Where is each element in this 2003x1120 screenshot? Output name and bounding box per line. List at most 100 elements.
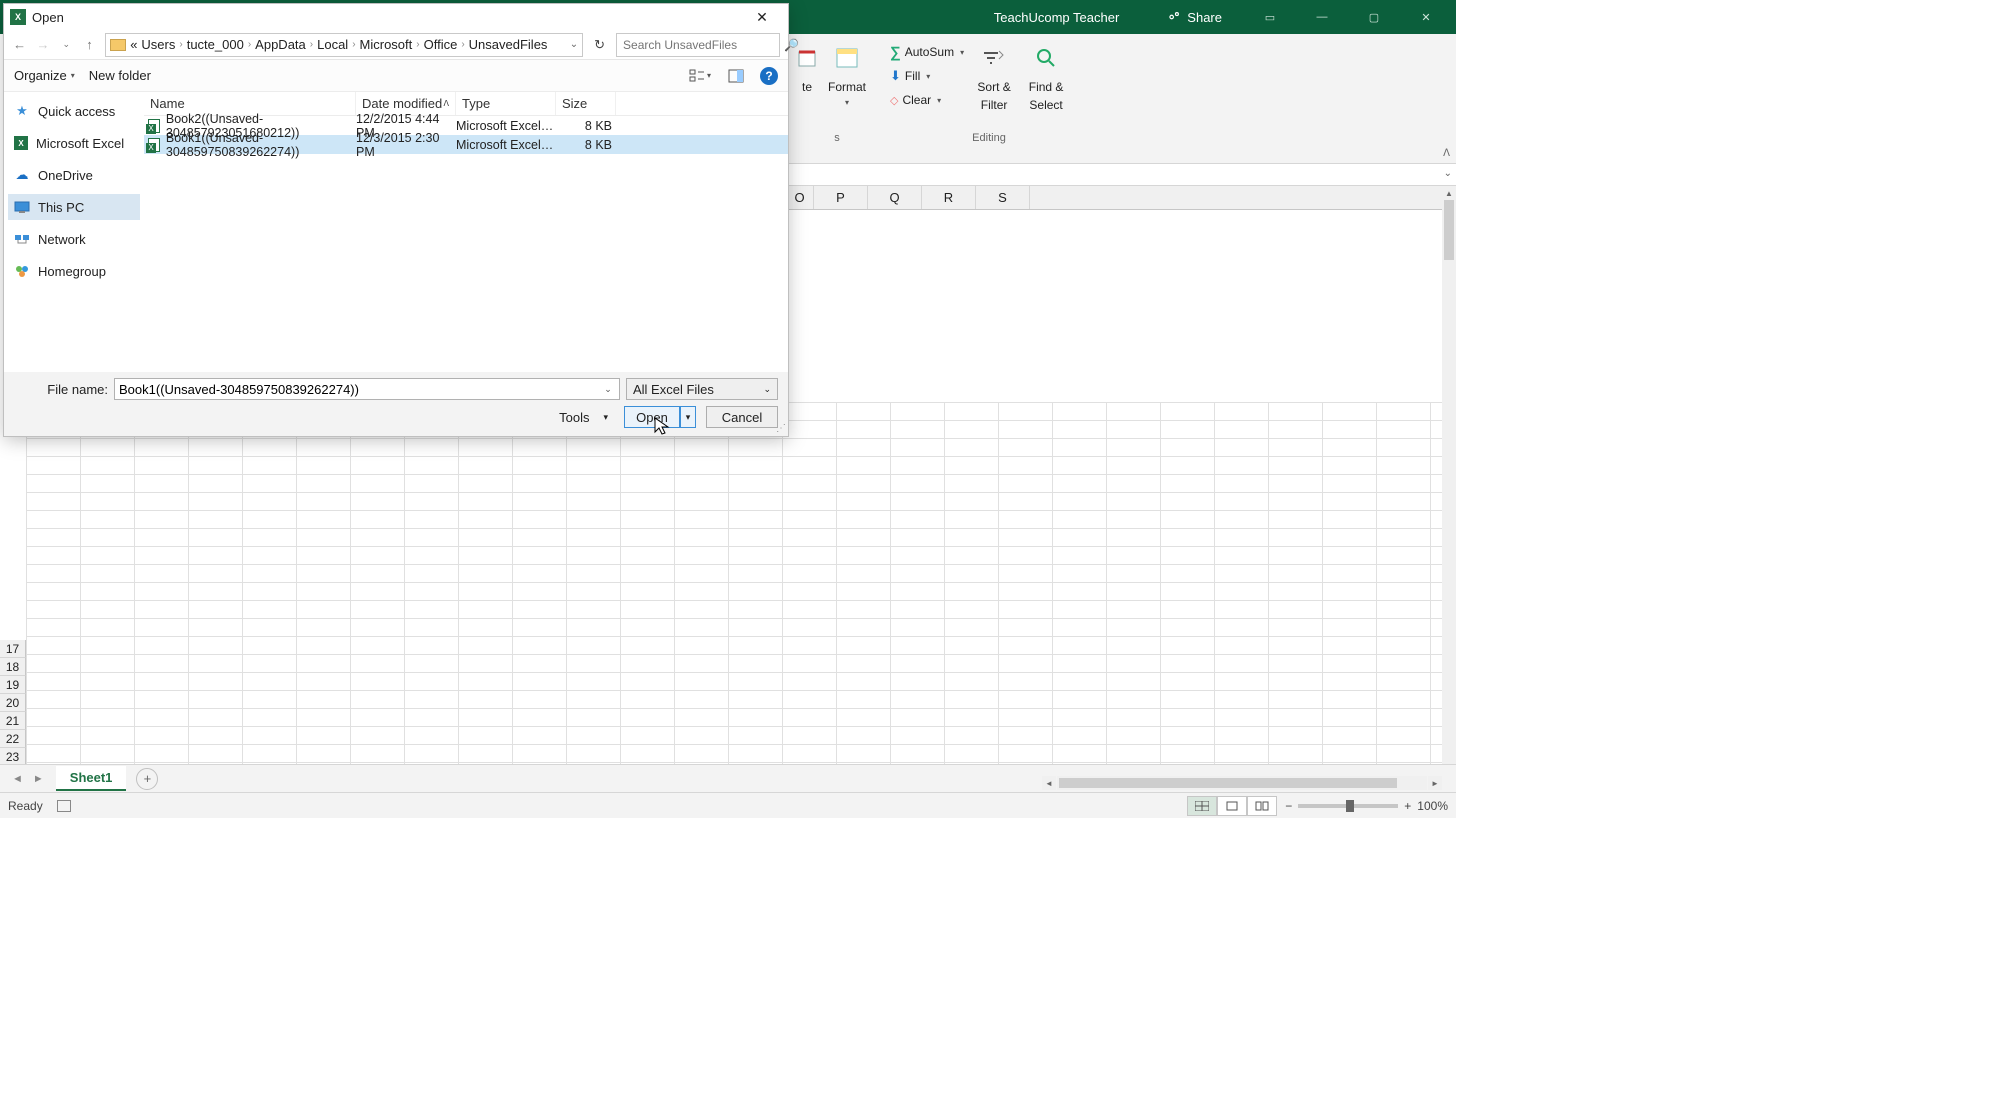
normal-view-icon[interactable] — [1187, 796, 1217, 816]
address-dropdown-icon[interactable]: ⌄ — [570, 39, 578, 50]
sort-filter-icon[interactable] — [976, 40, 1012, 76]
scroll-right-icon[interactable]: ► — [1428, 776, 1442, 790]
file-type: Microsoft Excel Bi... — [456, 119, 556, 133]
address-bar[interactable]: « Users› tucte_000› AppData› Local› Micr… — [105, 33, 583, 57]
sidebar-this-pc[interactable]: This PC — [8, 194, 140, 220]
scroll-up-icon[interactable]: ▲ — [1442, 186, 1456, 200]
find-select-icon[interactable] — [1028, 40, 1064, 76]
refresh-button[interactable]: ↻ — [591, 34, 608, 56]
clear-button[interactable]: ◇ Clear ▾ — [890, 90, 964, 110]
search-box[interactable]: 🔍 — [616, 33, 780, 57]
file-row-selected[interactable]: Book1((Unsaved-304859750839262274)) 12/3… — [144, 135, 788, 154]
col-type[interactable]: Type — [456, 92, 556, 115]
zoom-out-icon[interactable]: − — [1285, 799, 1292, 813]
share-label: Share — [1187, 10, 1222, 25]
vertical-scrollbar[interactable]: ▲ — [1442, 186, 1456, 764]
fill-button[interactable]: ⬇ Fill ▾ — [890, 66, 964, 86]
up-button[interactable]: ↑ — [82, 35, 97, 55]
filename-input-wrap[interactable]: ⌄ — [114, 378, 620, 400]
open-dropdown-button[interactable]: ▾ — [680, 406, 696, 428]
col-header-O[interactable]: O — [786, 186, 814, 209]
forward-button[interactable]: → — [35, 35, 50, 55]
breadcrumb-item[interactable]: tucte_000 — [187, 37, 244, 52]
next-sheet-icon[interactable]: ► — [33, 773, 44, 785]
prev-sheet-icon[interactable]: ◄ — [12, 773, 23, 785]
breadcrumb-item[interactable]: AppData — [255, 37, 306, 52]
organize-button[interactable]: Organize▾ — [14, 68, 75, 83]
macro-record-icon[interactable] — [57, 800, 71, 812]
file-size: 8 KB — [556, 119, 616, 133]
view-mode-button[interactable]: ▾ — [688, 65, 712, 87]
sidebar-quick-access[interactable]: ★ Quick access — [8, 98, 140, 124]
sidebar-microsoft-excel[interactable]: X Microsoft Excel — [8, 130, 140, 156]
page-break-view-icon[interactable] — [1247, 796, 1277, 816]
status-ready: Ready — [8, 799, 43, 813]
dialog-title: Open — [32, 10, 64, 25]
row-header[interactable]: 21 — [0, 712, 26, 730]
close-window-icon[interactable]: ✕ — [1406, 3, 1446, 31]
row-header[interactable]: 22 — [0, 730, 26, 748]
zoom-in-icon[interactable]: + — [1404, 799, 1411, 813]
ribbon-options-icon[interactable]: ▭ — [1250, 3, 1290, 31]
breadcrumb-item[interactable]: Users — [141, 37, 175, 52]
format-label: Format — [828, 80, 866, 94]
share-button[interactable]: Share — [1159, 0, 1230, 34]
col-header-P[interactable]: P — [814, 186, 868, 209]
zoom-level[interactable]: 100% — [1417, 799, 1448, 813]
hscroll-thumb[interactable] — [1059, 778, 1397, 788]
network-icon — [14, 231, 30, 247]
close-dialog-button[interactable]: ✕ — [742, 6, 782, 28]
minimize-icon[interactable]: — — [1302, 3, 1342, 31]
col-header-Q[interactable]: Q — [868, 186, 922, 209]
sidebar-onedrive[interactable]: ☁ OneDrive — [8, 162, 140, 188]
open-button[interactable]: Open — [624, 406, 680, 428]
filename-input[interactable] — [119, 382, 601, 397]
zoom-slider[interactable] — [1298, 804, 1398, 808]
breadcrumb-item[interactable]: Microsoft — [360, 37, 413, 52]
search-input[interactable] — [623, 38, 778, 52]
open-dialog: X Open ✕ ← → ⌄ ↑ « Users› tucte_000› App… — [4, 4, 788, 436]
filename-history-icon[interactable]: ⌄ — [601, 384, 615, 395]
sidebar-network[interactable]: Network — [8, 226, 140, 252]
breadcrumb-item[interactable]: Office — [424, 37, 458, 52]
sidebar-homegroup[interactable]: Homegroup — [8, 258, 140, 284]
scroll-left-icon[interactable]: ◄ — [1042, 776, 1056, 790]
sigma-icon: ∑ — [890, 44, 901, 61]
column-headers: O P Q R S — [786, 186, 1442, 210]
col-header-S[interactable]: S — [976, 186, 1030, 209]
preview-pane-button[interactable] — [724, 65, 748, 87]
row-header[interactable]: 20 — [0, 694, 26, 712]
autosum-button[interactable]: ∑ AutoSum ▾ — [890, 42, 964, 62]
onedrive-icon: ☁ — [14, 167, 30, 183]
row-header[interactable]: 18 — [0, 658, 26, 676]
collapse-ribbon-icon[interactable]: ᐱ — [1443, 148, 1450, 159]
col-date-modified[interactable]: Date modifiedᐱ — [356, 92, 456, 115]
recent-dropdown-icon[interactable]: ⌄ — [59, 35, 74, 55]
maximize-icon[interactable]: ▢ — [1354, 3, 1394, 31]
breadcrumb-item[interactable]: Local — [317, 37, 348, 52]
spreadsheet-grid[interactable] — [26, 402, 1442, 764]
breadcrumb-item[interactable]: UnsavedFiles — [469, 37, 548, 52]
search-icon[interactable]: 🔍 — [784, 38, 799, 52]
help-button[interactable]: ? — [760, 67, 778, 85]
scroll-thumb[interactable] — [1444, 200, 1454, 260]
file-name: Book1((Unsaved-304859750839262274)) — [166, 131, 356, 159]
row-header[interactable]: 19 — [0, 676, 26, 694]
tools-menu[interactable]: Tools ▾ — [559, 410, 608, 425]
col-size[interactable]: Size — [556, 92, 616, 115]
page-layout-view-icon[interactable] — [1217, 796, 1247, 816]
format-icon[interactable] — [829, 40, 865, 76]
resize-grip-icon[interactable]: ⋰ — [776, 423, 786, 434]
new-folder-button[interactable]: New folder — [89, 68, 151, 83]
sheet-tab-active[interactable]: Sheet1 — [56, 766, 127, 791]
col-header-R[interactable]: R — [922, 186, 976, 209]
add-sheet-button[interactable]: + — [136, 768, 158, 790]
row-header[interactable]: 17 — [0, 640, 26, 658]
expand-formula-bar-icon[interactable]: ⌄ — [1444, 168, 1452, 179]
horizontal-scrollbar[interactable]: ◄ ► — [1042, 774, 1442, 792]
col-name[interactable]: Name — [144, 92, 356, 115]
cancel-button[interactable]: Cancel — [706, 406, 778, 428]
file-type-filter[interactable]: All Excel Files⌄ — [626, 378, 778, 400]
back-button[interactable]: ← — [12, 35, 27, 55]
cells-group-trunc: s — [792, 132, 882, 144]
